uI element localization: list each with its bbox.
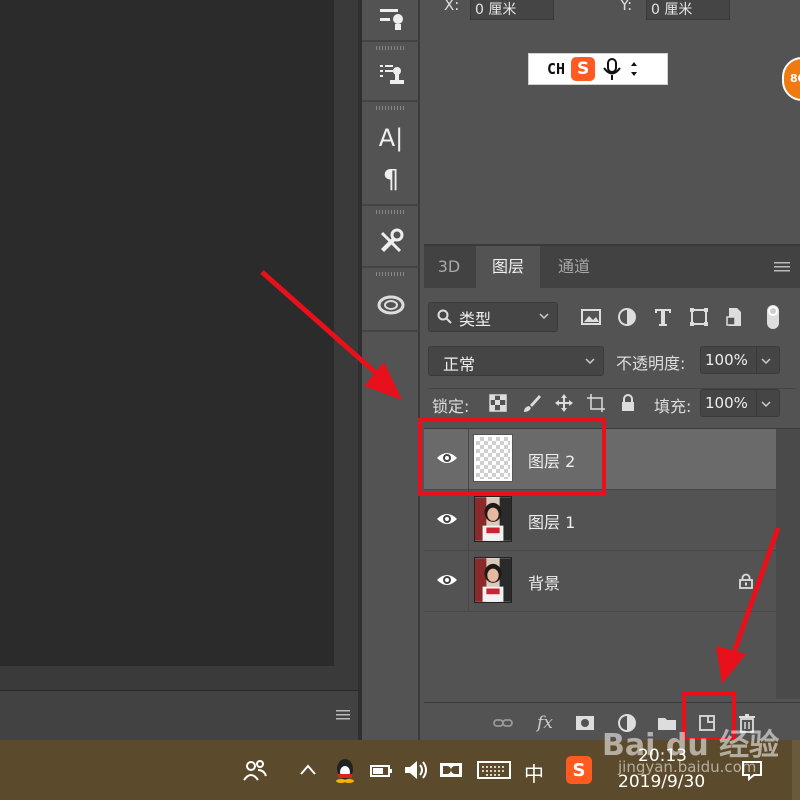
- chevron-down-icon[interactable]: [761, 358, 771, 364]
- lock-position-icon[interactable]: [554, 393, 574, 413]
- chevron-down-icon: [539, 313, 549, 319]
- creative-cloud-icon[interactable]: [366, 286, 416, 322]
- fill-input[interactable]: 100%: [700, 389, 780, 417]
- clone-source-icon[interactable]: [366, 56, 416, 92]
- chevron-up-icon[interactable]: [298, 756, 318, 784]
- filter-toggle-icon[interactable]: [766, 304, 780, 330]
- layer-thumbnail[interactable]: [473, 434, 513, 482]
- speaker-icon[interactable]: [402, 756, 430, 784]
- layer-row[interactable]: 图层 2: [424, 429, 776, 490]
- panel-menu-icon[interactable]: [774, 261, 790, 273]
- layer-thumbnail[interactable]: [474, 496, 512, 542]
- layer-name[interactable]: 背景: [528, 570, 560, 594]
- ime-mode-indicator[interactable]: 中: [524, 758, 544, 787]
- ime-toolbar[interactable]: CH S: [528, 53, 668, 85]
- lock-transparent-pixels-icon[interactable]: [488, 393, 508, 413]
- tab-layers[interactable]: 图层: [476, 246, 540, 288]
- layer-name[interactable]: 图层 1: [528, 509, 575, 533]
- panel-tabs: 3D 图层 通道: [424, 246, 800, 288]
- dolby-icon[interactable]: [438, 756, 464, 784]
- properties-panel: X: 0 厘米 Y: 0 厘米 CH S 80: [424, 0, 800, 240]
- filter-shape-icon[interactable]: [688, 306, 710, 328]
- sogou-tray-icon[interactable]: S: [566, 756, 592, 784]
- link-layers-icon[interactable]: [492, 712, 514, 734]
- filter-type-label: 类型: [459, 310, 492, 329]
- blend-mode-label: 正常: [443, 355, 476, 374]
- opacity-value[interactable]: 100%: [705, 351, 748, 369]
- layer-thumbnail[interactable]: [474, 557, 512, 603]
- chevron-down-icon[interactable]: [761, 401, 771, 407]
- add-mask-icon[interactable]: [574, 712, 596, 734]
- chevron-down-icon: [585, 358, 595, 364]
- show-desktop-button[interactable]: [792, 740, 800, 800]
- keyboard-icon[interactable]: [476, 756, 512, 784]
- layer-name[interactable]: 图层 2: [528, 448, 575, 472]
- layer-list: 图层 2 图层 1 背景: [424, 428, 800, 699]
- layers-panel: 3D 图层 通道 类型 正常 不透明度: 100% 锁定: 填充: 100% 图…: [424, 244, 800, 742]
- canvas-status-bar: [0, 690, 358, 740]
- fill-label: 填充:: [654, 397, 692, 416]
- fill-value[interactable]: 100%: [705, 394, 748, 412]
- panel-dock-strip: A| ¶: [362, 0, 420, 740]
- eye-icon[interactable]: [436, 571, 458, 589]
- adjustments-icon[interactable]: [366, 0, 416, 36]
- opacity-label: 不透明度:: [616, 354, 686, 373]
- filter-pixel-icon[interactable]: [580, 306, 602, 328]
- layer-row[interactable]: 图层 1: [424, 490, 776, 551]
- lock-icon: [739, 573, 753, 589]
- canvas-vertical-scrollbar[interactable]: [334, 0, 358, 666]
- filter-adjustment-icon[interactable]: [616, 306, 638, 328]
- microphone-icon[interactable]: [601, 57, 623, 81]
- tab-3d[interactable]: 3D: [424, 246, 474, 288]
- ime-language[interactable]: CH: [547, 60, 565, 78]
- filter-type-select[interactable]: 类型: [428, 302, 558, 332]
- filter-type-icon[interactable]: [652, 306, 674, 328]
- search-icon: [437, 309, 452, 324]
- y-input[interactable]: 0 厘米: [646, 0, 730, 20]
- lock-image-pixels-icon[interactable]: [522, 393, 542, 413]
- sogou-logo-icon[interactable]: S: [571, 57, 596, 81]
- x-label: X:: [444, 0, 460, 14]
- lock-all-icon[interactable]: [618, 393, 638, 413]
- tool-presets-icon[interactable]: [366, 224, 416, 260]
- lock-artboard-icon[interactable]: [586, 393, 606, 413]
- qq-icon[interactable]: [332, 756, 358, 784]
- blend-mode-select[interactable]: 正常: [428, 346, 604, 376]
- x-input[interactable]: 0 厘米: [470, 0, 554, 20]
- layer-filter-row: 类型: [428, 302, 796, 334]
- opacity-input[interactable]: 100%: [700, 346, 780, 374]
- panel-menu-icon[interactable]: [336, 709, 350, 721]
- lock-row: 锁定: 填充: 100%: [428, 388, 796, 418]
- filter-smart-object-icon[interactable]: [724, 306, 746, 328]
- layer-row[interactable]: 背景: [424, 551, 776, 612]
- fx-icon[interactable]: fx: [534, 712, 556, 734]
- canvas-horizontal-scrollbar[interactable]: [0, 666, 358, 690]
- eye-icon[interactable]: [436, 510, 458, 528]
- eye-icon[interactable]: [436, 449, 458, 467]
- character-icon[interactable]: A|: [366, 120, 416, 156]
- layer-list-scrollbar[interactable]: [776, 429, 800, 699]
- y-label: Y:: [620, 0, 633, 14]
- paragraph-icon[interactable]: ¶: [366, 162, 416, 198]
- ime-more-icon[interactable]: [629, 57, 639, 81]
- blend-row: 正常 不透明度: 100%: [428, 346, 796, 376]
- canvas-area[interactable]: [0, 0, 358, 690]
- baidu-watermark-url: jingyan.baidu.com: [618, 758, 757, 776]
- people-icon[interactable]: [242, 756, 268, 784]
- lock-label: 锁定:: [432, 397, 470, 416]
- notification-badge[interactable]: 80: [782, 57, 800, 101]
- tab-channels[interactable]: 通道: [542, 246, 606, 288]
- battery-icon[interactable]: [368, 756, 394, 784]
